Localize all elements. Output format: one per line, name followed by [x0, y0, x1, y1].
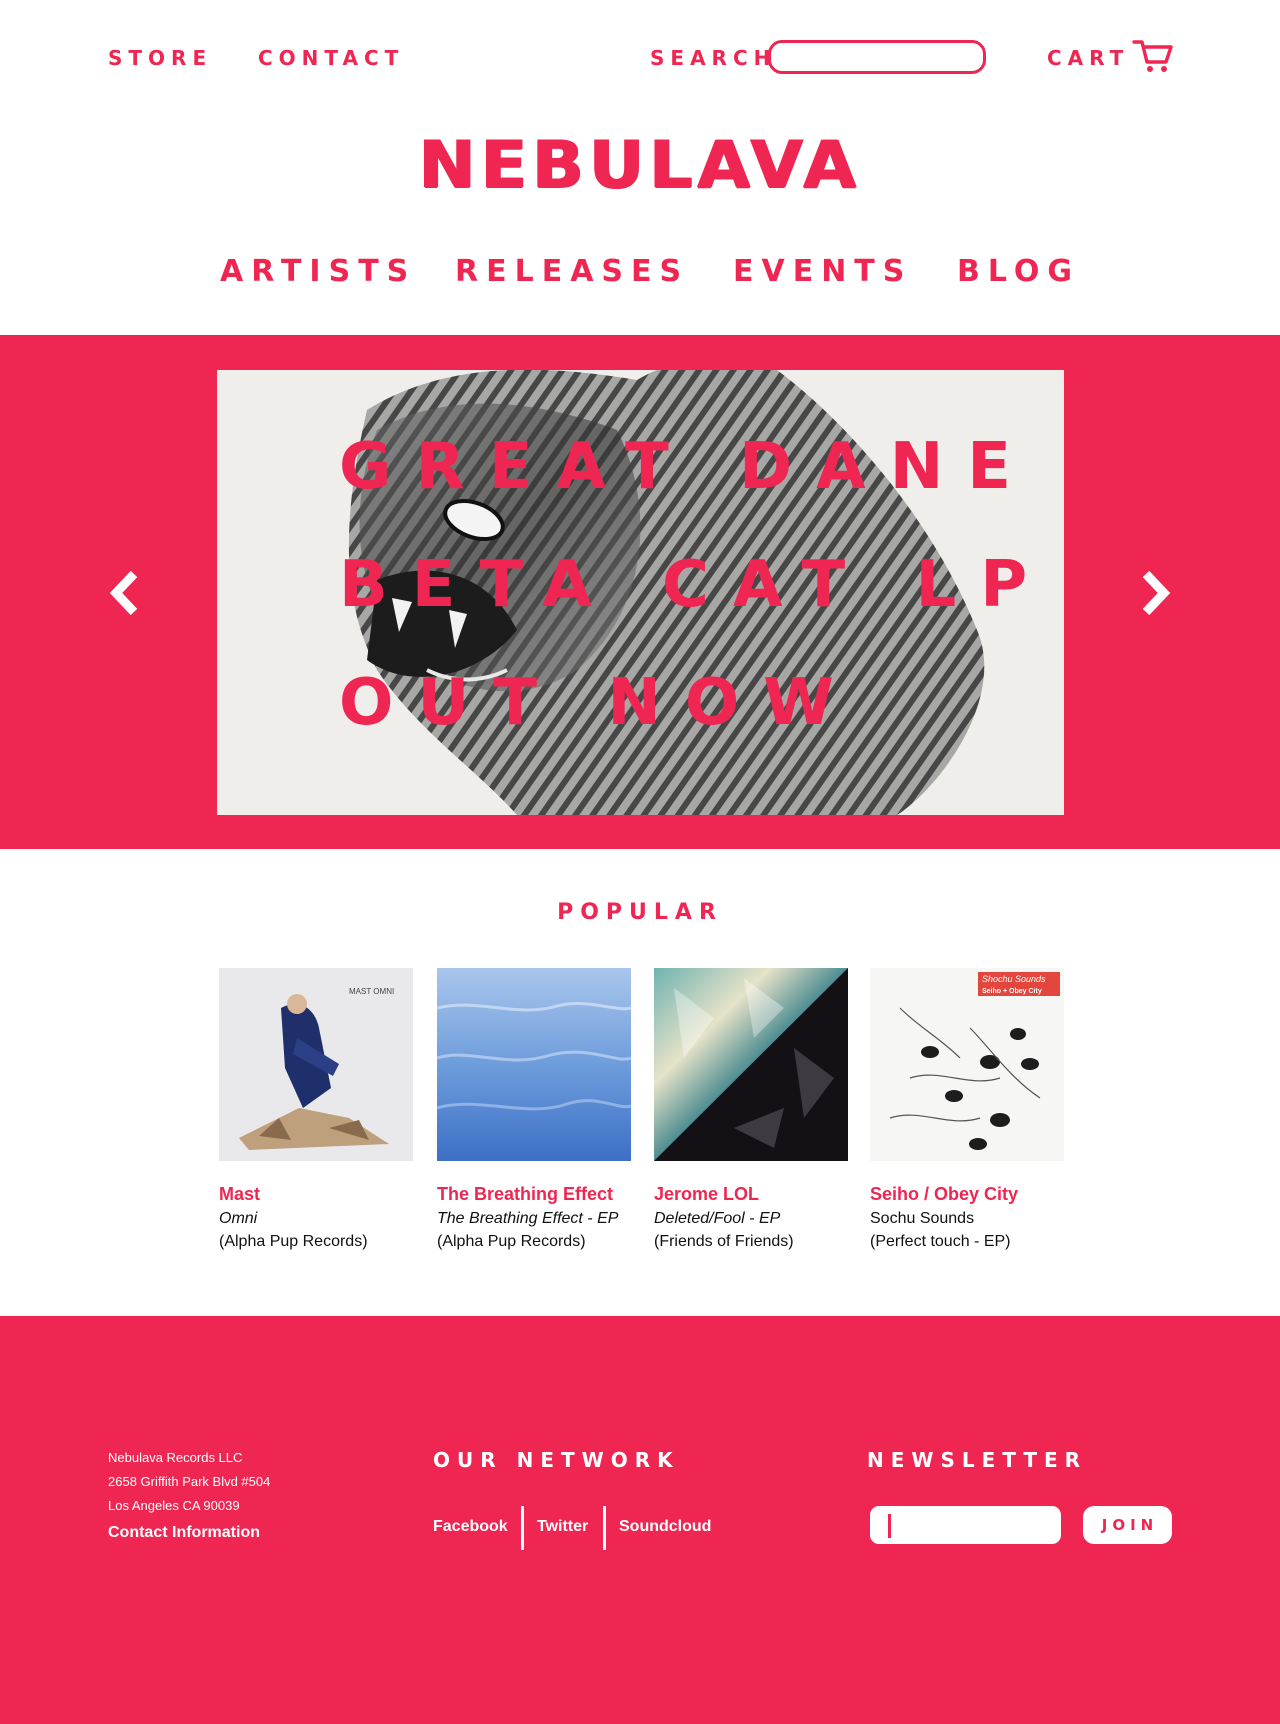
release-card: Jerome LOL Deleted/Fool - EP (Friends of… — [654, 968, 848, 1251]
cart-link[interactable]: CART — [1047, 46, 1129, 70]
album-cover-mast[interactable]: MAST OMNI — [219, 968, 413, 1161]
release-card: Shochu Sounds Seiho + Obey City Seiho / … — [870, 968, 1064, 1251]
cover-text-mast: MAST OMNI — [349, 987, 394, 996]
our-network-heading: OUR NETWORK — [433, 1448, 680, 1472]
hero-line-3: OUT NOW — [339, 666, 858, 740]
release-artist[interactable]: Jerome LOL — [654, 1184, 848, 1205]
release-label: (Alpha Pup Records) — [219, 1233, 368, 1250]
search-input[interactable] — [768, 40, 986, 74]
contact-information-link[interactable]: Contact Information — [108, 1524, 260, 1542]
newsletter-heading: NEWSLETTER — [867, 1448, 1088, 1472]
popular-heading: POPULAR — [557, 900, 723, 925]
release-artist[interactable]: Mast — [219, 1184, 413, 1205]
hero-line-2: BETA CAT LP — [339, 548, 1052, 622]
release-label: (Perfect touch - EP) — [870, 1233, 1011, 1250]
main-nav: ARTISTS RELEASES EVENTS BLOG — [0, 254, 1280, 294]
hero-line-1: GREAT DANE — [339, 430, 1035, 504]
nav-blog[interactable]: BLOG — [957, 254, 1080, 289]
top-bar: STORE CONTACT SEARCH CART — [0, 0, 1280, 110]
release-card: MAST OMNI Mast Omni (Alpha Pup Records) — [219, 968, 413, 1251]
network-divider — [521, 1506, 524, 1550]
address-line-1: Nebulava Records LLC — [108, 1450, 243, 1465]
address-line-3: Los Angeles CA 90039 — [108, 1498, 240, 1513]
release-label: (Alpha Pup Records) — [437, 1233, 586, 1250]
newsletter-email-input[interactable] — [870, 1506, 1061, 1544]
hero-slide[interactable]: GREAT DANE BETA CAT LP OUT NOW — [217, 370, 1064, 815]
release-label: (Friends of Friends) — [654, 1233, 794, 1250]
release-title: The Breathing Effect - EP — [437, 1210, 619, 1227]
cover-text-artist: Seiho + Obey City — [982, 988, 1042, 995]
album-cover-breathing-effect[interactable] — [437, 968, 631, 1161]
cart-icon[interactable] — [1132, 38, 1174, 74]
site-footer: Nebulava Records LLC 2658 Griffith Park … — [0, 1316, 1280, 1724]
album-cover-seiho-obey-city[interactable]: Shochu Sounds Seiho + Obey City — [870, 968, 1064, 1161]
nav-releases[interactable]: RELEASES — [455, 254, 689, 289]
store-link[interactable]: STORE — [108, 46, 212, 70]
chevron-left-icon[interactable] — [108, 570, 138, 616]
twitter-link[interactable]: Twitter — [537, 1518, 588, 1536]
hero-banner: GREAT DANE BETA CAT LP OUT NOW — [0, 335, 1280, 849]
network-divider — [603, 1506, 606, 1550]
chevron-right-icon[interactable] — [1142, 570, 1172, 616]
cover-text-title: Shochu Sounds — [982, 974, 1046, 984]
address-line-2: 2658 Griffith Park Blvd #504 — [108, 1474, 271, 1489]
album-cover-jerome-lol[interactable] — [654, 968, 848, 1161]
soundcloud-link[interactable]: Soundcloud — [619, 1518, 711, 1536]
release-title: Sochu Sounds — [870, 1210, 975, 1227]
search-label: SEARCH — [650, 46, 777, 70]
nav-events[interactable]: EVENTS — [733, 254, 912, 289]
release-title: Deleted/Fool - EP — [654, 1210, 781, 1227]
contact-link[interactable]: CONTACT — [258, 46, 404, 70]
site-logo[interactable]: NEBULAVA — [0, 128, 1280, 203]
text-cursor — [888, 1514, 891, 1538]
join-button[interactable]: JOIN — [1083, 1506, 1172, 1544]
release-artist[interactable]: The Breathing Effect — [437, 1184, 631, 1205]
facebook-link[interactable]: Facebook — [433, 1518, 508, 1536]
release-artist[interactable]: Seiho / Obey City — [870, 1184, 1064, 1205]
release-card: The Breathing Effect The Breathing Effec… — [437, 968, 631, 1251]
release-title: Omni — [219, 1210, 258, 1227]
nav-artists[interactable]: ARTISTS — [220, 254, 416, 289]
